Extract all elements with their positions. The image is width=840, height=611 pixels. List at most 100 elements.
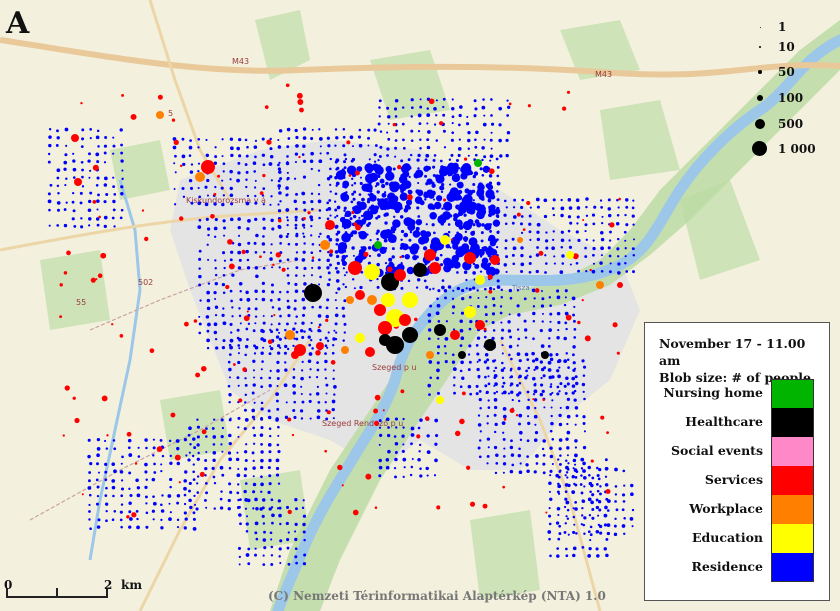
residence-marker xyxy=(310,321,313,325)
residence-marker xyxy=(487,375,490,378)
residence-marker xyxy=(105,509,108,513)
residence-marker xyxy=(238,154,242,158)
residence-marker xyxy=(631,508,635,512)
residence-marker xyxy=(435,311,440,316)
residence-marker xyxy=(230,250,234,254)
residence-marker xyxy=(96,437,101,442)
residence-marker xyxy=(309,159,314,164)
residence-marker xyxy=(271,306,275,309)
services-marker xyxy=(609,222,615,228)
residence-marker xyxy=(151,509,155,513)
residence-marker xyxy=(377,158,380,162)
residence-marker xyxy=(292,327,296,331)
residence-marker xyxy=(326,235,330,239)
residence-marker xyxy=(48,128,52,131)
residence-marker xyxy=(128,510,132,514)
activity-blob xyxy=(394,269,406,281)
residence-marker xyxy=(478,390,482,393)
residence-marker xyxy=(334,128,338,131)
residence-marker xyxy=(261,137,265,141)
activity-blob xyxy=(464,306,476,318)
residence-marker xyxy=(335,238,340,242)
residence-marker xyxy=(221,346,226,350)
residence-blob xyxy=(379,204,386,211)
residence-marker xyxy=(500,296,504,299)
residence-marker xyxy=(254,155,257,159)
residence-marker xyxy=(504,246,508,250)
residence-marker xyxy=(275,335,280,339)
residence-marker xyxy=(229,322,233,326)
residence-marker xyxy=(183,486,187,491)
residence-marker xyxy=(287,137,291,140)
residence-marker xyxy=(437,337,440,340)
residence-marker xyxy=(582,523,586,527)
residence-marker xyxy=(188,489,191,493)
residence-marker xyxy=(95,478,99,482)
residence-marker xyxy=(341,306,345,310)
residence-marker xyxy=(235,457,240,462)
activity-blob xyxy=(201,160,215,174)
residence-marker xyxy=(401,106,405,109)
residence-marker xyxy=(212,458,216,462)
residence-marker xyxy=(477,374,481,378)
residence-marker xyxy=(270,290,275,294)
residence-marker xyxy=(508,313,511,316)
river-label: Tisza xyxy=(511,284,530,292)
residence-marker xyxy=(451,98,454,101)
residence-marker xyxy=(311,266,314,270)
residence-marker xyxy=(310,218,314,222)
residence-marker xyxy=(245,201,250,206)
residence-marker xyxy=(267,409,271,413)
residence-blob xyxy=(443,201,453,211)
residence-marker xyxy=(253,241,257,245)
residence-marker xyxy=(486,454,490,458)
residence-marker xyxy=(188,178,193,183)
size-label: 1 000 xyxy=(778,142,816,156)
residence-marker xyxy=(484,305,488,309)
residence-marker xyxy=(245,154,249,158)
residence-marker xyxy=(269,203,272,206)
residence-marker xyxy=(286,305,291,310)
residence-marker xyxy=(548,328,552,332)
residence-marker xyxy=(426,434,430,438)
residence-marker xyxy=(394,115,398,118)
residence-marker xyxy=(212,435,217,439)
residence-marker xyxy=(88,510,91,513)
residence-marker xyxy=(268,427,272,430)
residence-marker xyxy=(278,129,283,133)
activity-blob xyxy=(341,346,349,354)
residence-marker xyxy=(252,426,255,430)
residence-blob xyxy=(418,236,427,245)
residence-marker xyxy=(277,450,281,454)
services-marker xyxy=(502,485,506,489)
residence-marker xyxy=(268,474,272,478)
residence-marker xyxy=(213,330,218,335)
residence-marker xyxy=(269,434,272,438)
residence-marker xyxy=(450,153,454,157)
residence-marker xyxy=(527,398,530,402)
residence-marker xyxy=(558,462,562,466)
residence-marker xyxy=(284,361,287,364)
residence-marker xyxy=(574,483,578,487)
residence-marker xyxy=(350,200,354,204)
residence-marker xyxy=(576,206,581,210)
residence-marker xyxy=(459,385,463,389)
residence-marker xyxy=(71,191,75,195)
residence-marker xyxy=(219,506,224,510)
residence-marker xyxy=(557,320,561,325)
residence-marker xyxy=(621,493,626,497)
legend-label: Healthcare xyxy=(685,414,763,429)
residence-marker xyxy=(510,390,514,394)
residence-marker xyxy=(334,266,338,270)
residence-marker xyxy=(609,230,612,234)
services-marker xyxy=(97,273,103,279)
residence-marker xyxy=(458,123,461,127)
residence-marker xyxy=(417,181,420,185)
residence-marker xyxy=(262,522,266,525)
residence-marker xyxy=(393,215,396,218)
residence-marker xyxy=(96,447,101,451)
residence-marker xyxy=(189,442,192,446)
residence-marker xyxy=(324,336,328,340)
residence-marker xyxy=(246,258,250,262)
residence-marker xyxy=(192,517,196,521)
